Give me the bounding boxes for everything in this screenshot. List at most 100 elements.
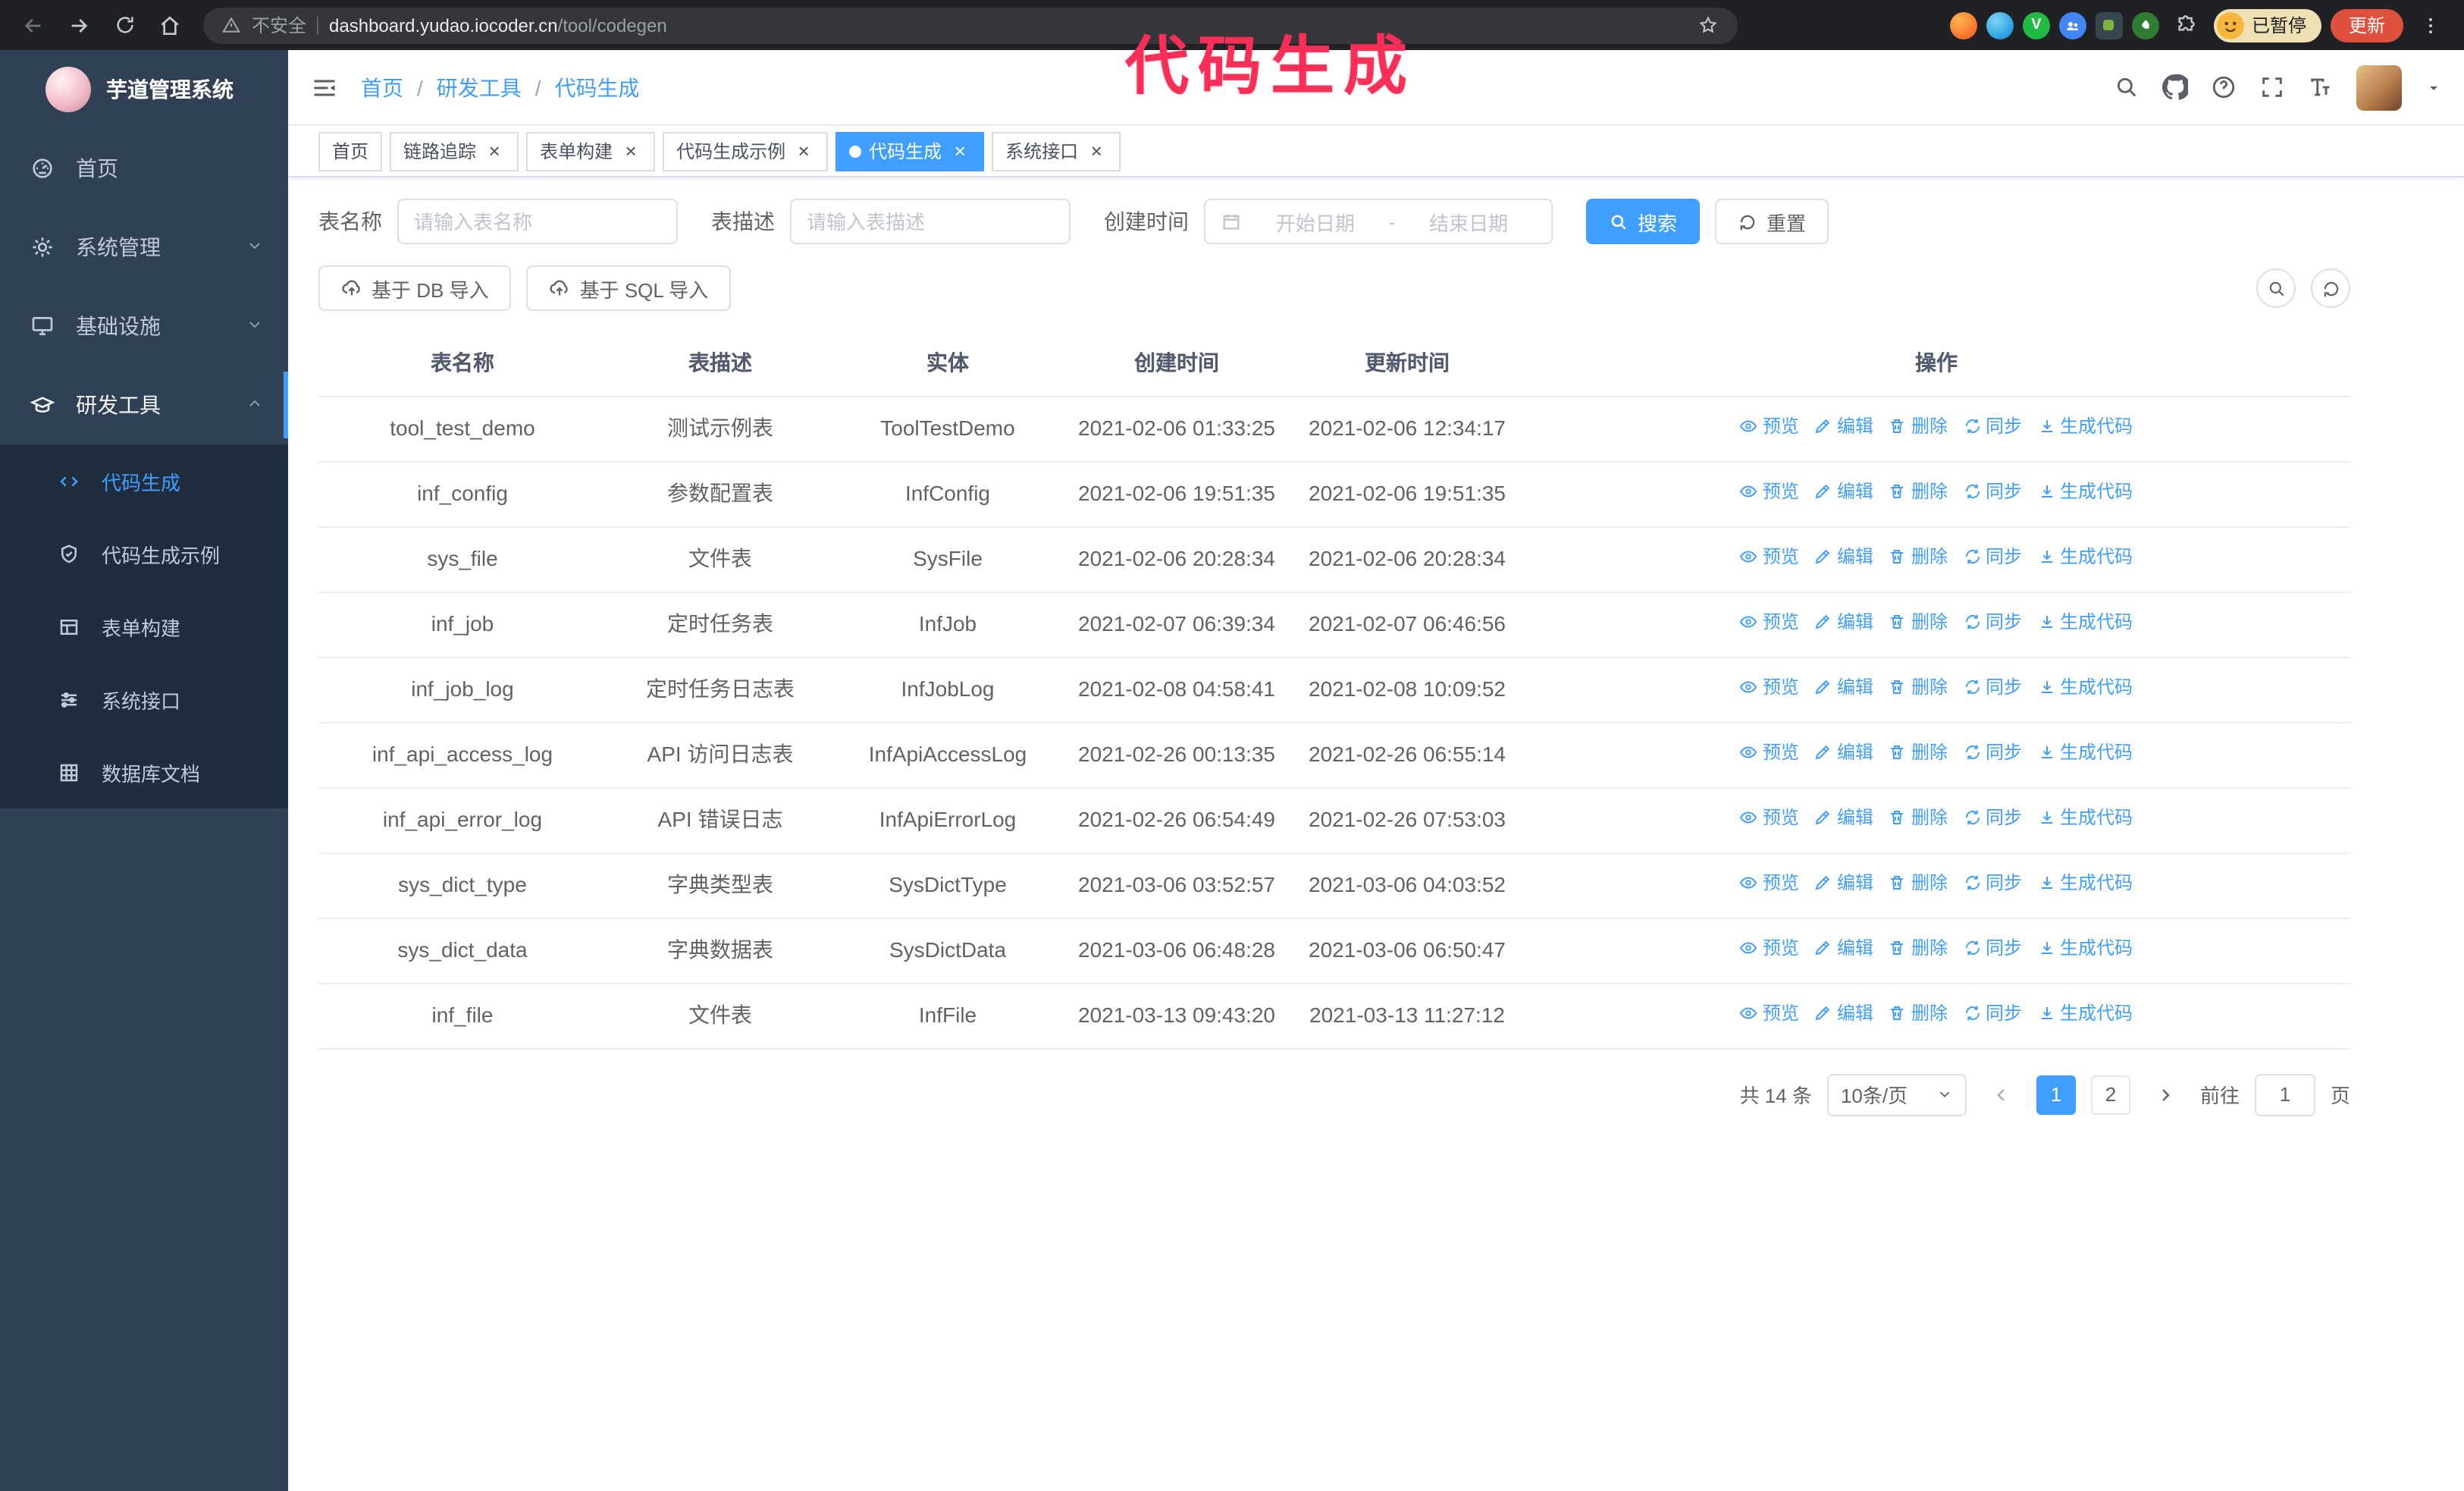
- reload-icon[interactable]: [106, 7, 143, 43]
- generate-link[interactable]: 生成代码: [2037, 542, 2133, 570]
- back-icon[interactable]: [15, 7, 52, 43]
- refresh-table-button[interactable]: [2311, 268, 2350, 308]
- sync-link[interactable]: 同步: [1963, 934, 2022, 962]
- sync-link[interactable]: 同步: [1963, 542, 2022, 570]
- generate-link[interactable]: 生成代码: [2037, 412, 2133, 440]
- preview-link[interactable]: 预览: [1740, 934, 1799, 962]
- tab-codegen-example[interactable]: 代码生成示例 ×: [663, 131, 829, 171]
- sync-link[interactable]: 同步: [1963, 607, 2022, 636]
- preview-link[interactable]: 预览: [1740, 542, 1799, 570]
- extension-icon[interactable]: [2095, 11, 2123, 39]
- edit-link[interactable]: 编辑: [1814, 999, 1873, 1027]
- tab-trace[interactable]: 链路追踪 ×: [390, 131, 519, 171]
- forward-icon[interactable]: [61, 7, 97, 43]
- preview-link[interactable]: 预览: [1740, 868, 1799, 896]
- edit-link[interactable]: 编辑: [1814, 738, 1873, 766]
- generate-link[interactable]: 生成代码: [2037, 934, 2133, 962]
- address-bar[interactable]: 不安全 dashboard.yudao.iocoder.cn/tool/code…: [203, 7, 1738, 43]
- extensions-puzzle-icon[interactable]: [2168, 7, 2205, 43]
- tab-close-icon[interactable]: ×: [1086, 140, 1107, 162]
- preview-link[interactable]: 预览: [1740, 477, 1799, 505]
- delete-link[interactable]: 删除: [1889, 738, 1948, 766]
- breadcrumb-home[interactable]: 首页: [361, 72, 403, 102]
- tab-system-api[interactable]: 系统接口 ×: [992, 131, 1121, 171]
- sync-link[interactable]: 同步: [1963, 477, 2022, 505]
- sidebar-item-infra[interactable]: 基础设施: [0, 287, 288, 366]
- preview-link[interactable]: 预览: [1740, 412, 1799, 440]
- delete-link[interactable]: 删除: [1889, 868, 1948, 896]
- fullscreen-icon[interactable]: [2259, 74, 2285, 100]
- preview-link[interactable]: 预览: [1740, 999, 1799, 1027]
- page-button-1[interactable]: 1: [2036, 1075, 2076, 1115]
- tab-close-icon[interactable]: ×: [620, 140, 641, 162]
- edit-link[interactable]: 编辑: [1814, 934, 1873, 962]
- sidebar-item-home[interactable]: 首页: [0, 129, 288, 208]
- generate-link[interactable]: 生成代码: [2037, 673, 2133, 701]
- extension-icon[interactable]: [1986, 11, 2014, 39]
- edit-link[interactable]: 编辑: [1814, 607, 1873, 636]
- extension-icon[interactable]: [1949, 11, 1977, 39]
- toggle-search-button[interactable]: [2256, 268, 2296, 308]
- delete-link[interactable]: 删除: [1889, 803, 1948, 831]
- update-button[interactable]: 更新: [2330, 8, 2403, 42]
- sync-link[interactable]: 同步: [1963, 999, 2022, 1027]
- generate-link[interactable]: 生成代码: [2037, 999, 2133, 1027]
- preview-link[interactable]: 预览: [1740, 673, 1799, 701]
- search-button[interactable]: 搜索: [1586, 199, 1701, 244]
- preview-link[interactable]: 预览: [1740, 803, 1799, 831]
- caret-down-icon[interactable]: [2425, 78, 2443, 96]
- sync-link[interactable]: 同步: [1963, 738, 2022, 766]
- sidebar-item-form-builder[interactable]: 表单构建: [0, 590, 288, 663]
- preview-link[interactable]: 预览: [1740, 738, 1799, 766]
- edit-link[interactable]: 编辑: [1814, 412, 1873, 440]
- tab-home[interactable]: 首页: [318, 131, 383, 171]
- extension-icon[interactable]: V: [2022, 11, 2050, 39]
- search-icon[interactable]: [2114, 74, 2140, 100]
- tab-form-builder[interactable]: 表单构建 ×: [526, 131, 656, 171]
- sync-link[interactable]: 同步: [1963, 868, 2022, 896]
- import-sql-button[interactable]: 基于 SQL 导入: [526, 265, 732, 311]
- generate-link[interactable]: 生成代码: [2037, 868, 2133, 896]
- tab-close-icon[interactable]: ×: [793, 140, 814, 162]
- edit-link[interactable]: 编辑: [1814, 803, 1873, 831]
- generate-link[interactable]: 生成代码: [2037, 738, 2133, 766]
- delete-link[interactable]: 删除: [1889, 673, 1948, 701]
- reset-button[interactable]: 重置: [1715, 199, 1829, 244]
- preview-link[interactable]: 预览: [1740, 607, 1799, 636]
- goto-page-input[interactable]: [2254, 1073, 2315, 1116]
- sidebar-item-devtools[interactable]: 研发工具: [0, 366, 288, 444]
- edit-link[interactable]: 编辑: [1814, 868, 1873, 896]
- tab-close-icon[interactable]: ×: [949, 140, 970, 162]
- sidebar-item-codegen[interactable]: 代码生成: [0, 444, 288, 517]
- sync-link[interactable]: 同步: [1963, 673, 2022, 701]
- sidebar-item-db-doc[interactable]: 数据库文档: [0, 736, 288, 808]
- user-avatar[interactable]: [2356, 64, 2402, 110]
- tab-close-icon[interactable]: ×: [484, 140, 505, 162]
- delete-link[interactable]: 删除: [1889, 477, 1948, 505]
- tab-codegen[interactable]: 代码生成 ×: [835, 131, 985, 171]
- page-size-select[interactable]: 10条/页: [1826, 1073, 1967, 1116]
- prev-page-button[interactable]: [1981, 1075, 2021, 1115]
- table-name-input[interactable]: [397, 199, 678, 244]
- table-desc-input[interactable]: [790, 199, 1071, 244]
- delete-link[interactable]: 删除: [1889, 607, 1948, 636]
- github-icon[interactable]: [2162, 74, 2188, 100]
- next-page-button[interactable]: [2145, 1075, 2185, 1115]
- sidebar-item-system[interactable]: 系统管理: [0, 208, 288, 287]
- edit-link[interactable]: 编辑: [1814, 673, 1873, 701]
- generate-link[interactable]: 生成代码: [2037, 803, 2133, 831]
- sidebar-item-system-api[interactable]: 系统接口: [0, 663, 288, 736]
- delete-link[interactable]: 删除: [1889, 412, 1948, 440]
- delete-link[interactable]: 删除: [1889, 934, 1948, 962]
- extension-icon[interactable]: [2058, 11, 2086, 39]
- help-icon[interactable]: [2211, 74, 2237, 100]
- profile-chip[interactable]: 已暂停: [2213, 8, 2321, 42]
- edit-link[interactable]: 编辑: [1814, 542, 1873, 570]
- breadcrumb-devtools[interactable]: 研发工具: [437, 72, 522, 102]
- date-range-picker[interactable]: 开始日期 - 结束日期: [1204, 199, 1553, 244]
- page-button-2[interactable]: 2: [2090, 1075, 2130, 1115]
- sidebar-item-codegen-example[interactable]: 代码生成示例: [0, 517, 288, 590]
- extension-icon[interactable]: [2131, 11, 2159, 39]
- bookmark-star-icon[interactable]: [1697, 14, 1719, 36]
- sync-link[interactable]: 同步: [1963, 412, 2022, 440]
